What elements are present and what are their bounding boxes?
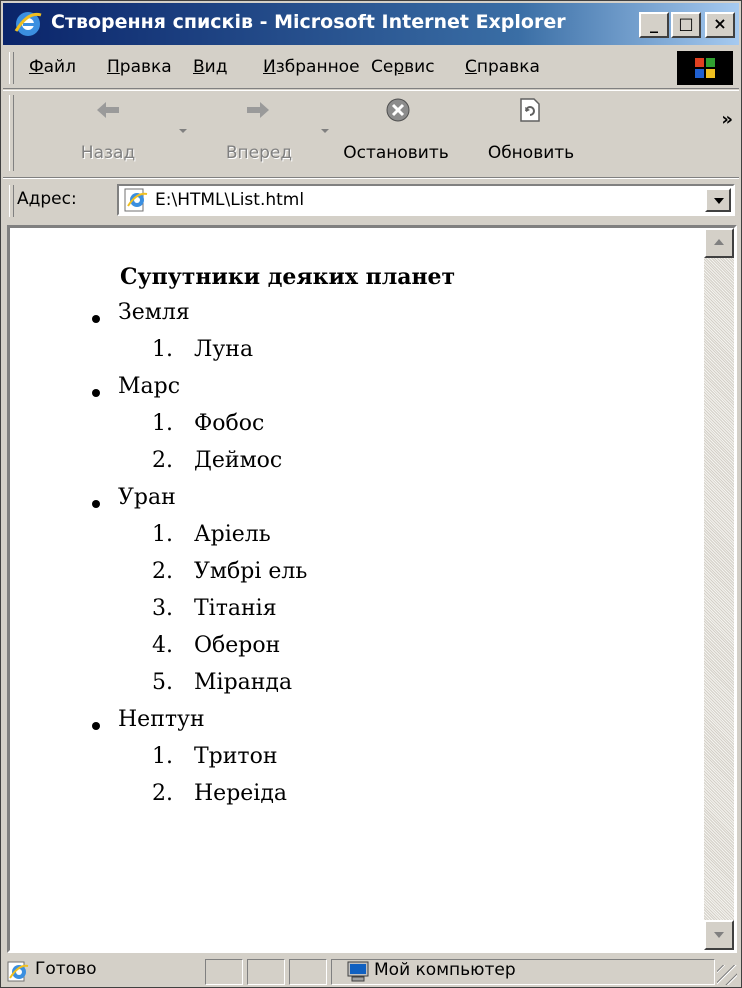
windows-flag-icon — [695, 58, 715, 78]
refresh-button[interactable]: Обновить — [471, 97, 591, 169]
menu-item-4[interactable]: Избранное — [263, 57, 360, 77]
maximize-button[interactable]: □ — [671, 12, 701, 38]
scroll-up-button[interactable] — [704, 228, 734, 258]
menu-bar: Файл Правка Вид Избранное Сервис Справка — [3, 48, 739, 89]
title-bar[interactable]: Створення списків - Microsoft Internet E… — [3, 3, 739, 45]
moon-number: 2. — [152, 781, 173, 806]
planet-item: Нептун — [118, 707, 205, 732]
menu-item-3[interactable]: Вид — [193, 57, 227, 77]
refresh-label: Обновить — [487, 143, 575, 163]
moon-item: Луна — [194, 337, 254, 362]
refresh-icon — [520, 98, 540, 122]
moon-item: Оберон — [194, 633, 281, 658]
back-dropdown-icon[interactable] — [179, 129, 187, 133]
list-bullet — [92, 722, 100, 730]
back-button[interactable]: Назад — [63, 97, 153, 169]
scroll-down-button[interactable] — [704, 920, 734, 950]
moon-number: 1. — [152, 411, 173, 436]
moon-item: Аріель — [194, 522, 271, 547]
my-computer-icon — [347, 961, 369, 982]
vertical-scrollbar[interactable] — [704, 228, 734, 950]
ie-window: Створення списків - Microsoft Internet E… — [0, 0, 742, 988]
moon-number: 3. — [152, 596, 173, 621]
forward-dropdown-icon[interactable] — [321, 129, 329, 133]
page-viewport: Супутники деяких планет Земля 1. Луна Марс 1… — [7, 225, 737, 953]
resize-grip[interactable] — [717, 965, 737, 985]
addressbar-grip[interactable] — [9, 185, 14, 217]
menu-item-5[interactable]: Сервис — [371, 57, 435, 77]
menubar-grip[interactable] — [9, 52, 14, 84]
forward-arrow-icon — [247, 102, 269, 118]
toolbar-more-chevron[interactable]: » — [721, 109, 733, 130]
page-heading: Супутники деяких планет — [120, 264, 456, 290]
status-bar: Готово Мой компьютер — [3, 955, 739, 987]
stop-button[interactable]: Остановить — [331, 97, 461, 169]
page-content: Супутники деяких планет Земля 1. Луна Марс 1… — [10, 228, 704, 950]
moon-number: 5. — [152, 670, 173, 695]
moon-number: 1. — [152, 522, 173, 547]
moon-item: Тітанія — [194, 596, 277, 621]
close-button[interactable]: × — [705, 12, 735, 38]
zone-text: Мой компьютер — [374, 960, 516, 980]
minimize-button[interactable]: _ — [639, 12, 669, 38]
list-bullet — [92, 500, 100, 508]
back-arrow-icon — [97, 102, 119, 118]
address-dropdown-button[interactable] — [705, 188, 731, 212]
moon-item: Умбрі ель — [194, 559, 308, 584]
page-ie-icon — [124, 188, 148, 212]
address-bar: Адрес: E:\HTML\List.html — [3, 178, 739, 221]
moon-item: Міранда — [194, 670, 293, 695]
standard-toolbar: Назад Вперед Остановить Обновить » — [3, 90, 739, 178]
address-input[interactable]: E:\HTML\List.html — [117, 184, 735, 216]
list-bullet — [92, 315, 100, 323]
toolbar-grip[interactable] — [9, 95, 14, 171]
back-label: Назад — [80, 143, 136, 163]
stop-icon — [386, 98, 410, 122]
moon-item: Нереіда — [194, 781, 288, 806]
menu-item-2[interactable]: Правка — [107, 57, 172, 77]
status-panel-2 — [247, 959, 285, 985]
address-url: E:\HTML\List.html — [155, 190, 305, 210]
window-title: Створення списків - Microsoft Internet E… — [51, 11, 566, 33]
status-panel-1 — [205, 959, 243, 985]
status-panel-3 — [289, 959, 327, 985]
planet-item: Земля — [118, 300, 190, 325]
moon-item: Фобос — [194, 411, 265, 436]
moon-number: 1. — [152, 337, 173, 362]
moon-number: 2. — [152, 559, 173, 584]
address-label: Адрес: — [17, 189, 77, 209]
stop-label: Остановить — [343, 143, 449, 163]
moon-number: 1. — [152, 744, 173, 769]
planet-item: Марс — [118, 374, 181, 399]
internet-explorer-icon — [14, 12, 42, 36]
moon-item: Тритон — [194, 744, 278, 769]
moon-item: Деймос — [194, 448, 283, 473]
moon-number: 2. — [152, 448, 173, 473]
moon-number: 4. — [152, 633, 173, 658]
status-text: Готово — [35, 959, 97, 979]
menu-item-6[interactable]: Справка — [465, 57, 540, 77]
planet-item: Уран — [118, 485, 176, 510]
status-ie-icon — [7, 961, 29, 982]
forward-button[interactable]: Вперед — [211, 97, 307, 169]
windows-logo — [677, 51, 733, 85]
forward-label: Вперед — [225, 143, 293, 163]
list-bullet — [92, 389, 100, 397]
status-zone-panel: Мой компьютер — [331, 959, 715, 985]
menu-item-1[interactable]: Файл — [29, 57, 76, 77]
